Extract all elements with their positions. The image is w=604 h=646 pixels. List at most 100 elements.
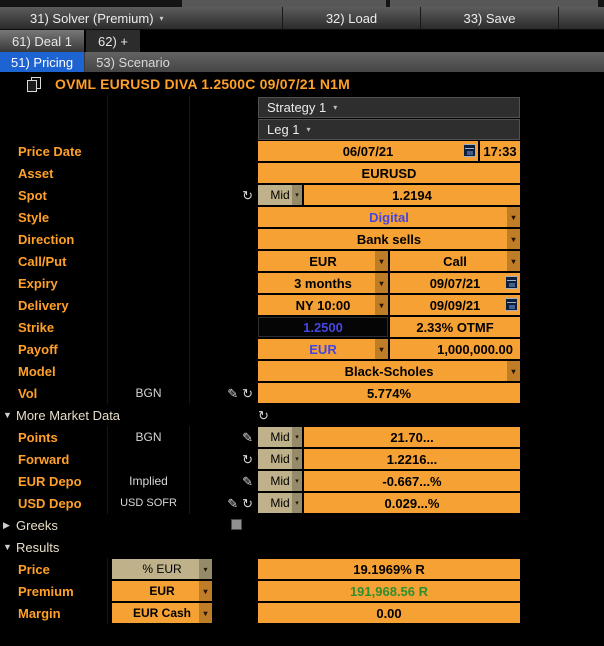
section-expanded-icon[interactable]: ▼ — [0, 542, 15, 552]
section-collapsed-icon[interactable]: ▶ — [0, 520, 15, 531]
model-select[interactable]: Black-Scholes ▾ — [258, 361, 520, 381]
margin-label: Margin — [0, 602, 108, 624]
calendar-icon[interactable] — [505, 276, 518, 289]
price-time-field[interactable]: 17:33 — [480, 141, 520, 161]
caret-down-icon: ▾ — [292, 471, 302, 491]
section-expanded-icon[interactable]: ▼ — [0, 410, 15, 420]
call-put-type-select[interactable]: Call ▾ — [390, 251, 520, 271]
caret-down-icon: ▾ — [199, 581, 212, 601]
asset-row: Asset EURUSD — [0, 162, 604, 184]
points-value: 21.70... — [390, 429, 434, 445]
eur-depo-row: EUR Depo Implied ✎ Mid ▾ -0.667...% — [0, 470, 604, 492]
eur-depo-side-value: Mid — [270, 474, 290, 488]
margin-result-value: 0.00 — [376, 605, 402, 621]
refresh-icon[interactable]: ↻ — [242, 189, 253, 202]
call-put-currency-select[interactable]: EUR ▾ — [258, 251, 388, 271]
price-label: Price — [0, 558, 108, 580]
caret-down-icon: ▾ — [159, 13, 164, 23]
spot-row: Spot ↻ Mid ▾ 1.2194 — [0, 184, 604, 206]
premium-result-field[interactable]: 191,968.56 R — [258, 581, 520, 601]
results-section[interactable]: ▼ Results — [0, 536, 604, 558]
pencil-icon[interactable]: ✎ — [227, 387, 238, 400]
caret-down-icon: ▾ — [292, 185, 302, 205]
forward-field[interactable]: 1.2216... — [304, 449, 520, 469]
price-result-value: 19.1969% R — [353, 561, 425, 577]
usd-depo-side-value: Mid — [270, 496, 290, 510]
solver-premium-button[interactable]: 31) Solver (Premium) ▾ — [0, 7, 282, 29]
price-unit-value: % EUR — [142, 562, 182, 576]
forward-label: Forward — [0, 448, 108, 470]
expiry-tenor-select[interactable]: 3 months ▾ — [258, 273, 388, 293]
direction-value: Bank sells — [356, 231, 422, 247]
points-side-select[interactable]: Mid ▾ — [258, 427, 302, 447]
caret-down-icon: ▾ — [507, 207, 520, 227]
pencil-icon[interactable]: ✎ — [227, 497, 238, 510]
payoff-amount-field[interactable]: 1,000,000.00 — [390, 339, 520, 359]
call-put-row: Call/Put EUR ▾ Call ▾ — [0, 250, 604, 272]
calendar-icon[interactable] — [505, 298, 518, 311]
strategy-row: Strategy 1 ▾ — [0, 96, 604, 118]
window-edge-segment — [390, 0, 598, 7]
delivery-date-field[interactable]: 09/09/21 — [390, 295, 520, 315]
leg-select[interactable]: Leg 1 ▾ — [258, 118, 520, 140]
more-market-data-section[interactable]: ▼ More Market Data ↻ — [0, 404, 604, 426]
pencil-icon[interactable]: ✎ — [242, 431, 253, 444]
refresh-icon[interactable]: ↻ — [242, 453, 253, 466]
refresh-icon[interactable]: ↻ — [242, 387, 253, 400]
save-button[interactable]: 33) Save — [420, 7, 558, 29]
price-result-field[interactable]: 19.1969% R — [258, 559, 520, 579]
greeks-section[interactable]: ▶ Greeks — [0, 514, 604, 536]
caret-down-icon: ▾ — [375, 295, 388, 315]
points-field[interactable]: 21.70... — [304, 427, 520, 447]
greeks-label: Greeks — [16, 517, 58, 533]
spot-side-select[interactable]: Mid ▾ — [258, 185, 302, 205]
view-tab-bar: 51) Pricing 53) Scenario — [0, 52, 604, 72]
tab-add-deal[interactable]: 62) + — [85, 30, 140, 52]
direction-select[interactable]: Bank sells ▾ — [258, 229, 520, 249]
price-unit-select[interactable]: % EUR ▾ — [112, 559, 212, 579]
strategy-select[interactable]: Strategy 1 ▾ — [258, 96, 520, 118]
copy-icon[interactable] — [27, 77, 41, 92]
refresh-icon[interactable]: ↻ — [258, 409, 269, 422]
vol-field[interactable]: 5.774% — [258, 383, 520, 403]
style-select[interactable]: Digital ▾ — [258, 207, 520, 227]
tab-deal-1[interactable]: 61) Deal 1 — [0, 30, 86, 52]
price-date-field[interactable]: 06/07/21 — [258, 141, 478, 161]
premium-row: Premium EUR ▾ 191,968.56 R — [0, 580, 604, 602]
asset-label: Asset — [0, 162, 108, 184]
tab-pricing[interactable]: 51) Pricing — [0, 52, 85, 72]
tab-scenario[interactable]: 53) Scenario — [84, 52, 181, 72]
load-button[interactable]: 32) Load — [282, 7, 420, 29]
eur-depo-side-select[interactable]: Mid ▾ — [258, 471, 302, 491]
asset-field[interactable]: EURUSD — [258, 163, 520, 183]
strike-moneyness-value: 2.33% OTMF — [416, 319, 494, 335]
strike-moneyness-field[interactable]: 2.33% OTMF — [390, 317, 520, 337]
forward-side-select[interactable]: Mid ▾ — [258, 449, 302, 469]
payoff-label: Payoff — [0, 338, 108, 360]
price-row: Price % EUR ▾ 19.1969% R — [0, 558, 604, 580]
usd-depo-field[interactable]: 0.029...% — [304, 493, 520, 513]
payoff-currency-select[interactable]: EUR ▾ — [258, 339, 388, 359]
delivery-row: Delivery NY 10:00 ▾ 09/09/21 — [0, 294, 604, 316]
style-row: Style Digital ▾ — [0, 206, 604, 228]
expiry-date-field[interactable]: 09/07/21 — [390, 273, 520, 293]
premium-unit-select[interactable]: EUR ▾ — [112, 581, 212, 601]
greeks-checkbox[interactable] — [231, 519, 242, 530]
forward-row: Forward ↻ Mid ▾ 1.2216... — [0, 448, 604, 470]
usd-depo-side-select[interactable]: Mid ▾ — [258, 493, 302, 513]
calendar-icon[interactable] — [463, 144, 476, 157]
caret-down-icon: ▾ — [292, 449, 302, 469]
caret-down-icon: ▾ — [375, 273, 388, 293]
strike-field[interactable]: 1.2500 — [258, 317, 388, 337]
pencil-icon[interactable]: ✎ — [242, 475, 253, 488]
eur-depo-field[interactable]: -0.667...% — [304, 471, 520, 491]
payoff-amount-value: 1,000,000.00 — [437, 341, 513, 357]
points-source: BGN — [108, 426, 190, 448]
usd-depo-source: USD SOFR — [108, 492, 190, 514]
delivery-cut-select[interactable]: NY 10:00 ▾ — [258, 295, 388, 315]
spot-field[interactable]: 1.2194 — [304, 185, 520, 205]
refresh-icon[interactable]: ↻ — [242, 497, 253, 510]
margin-unit-select[interactable]: EUR Cash ▾ — [112, 603, 212, 623]
margin-result-field[interactable]: 0.00 — [258, 603, 520, 623]
price-date-value: 06/07/21 — [342, 143, 394, 159]
